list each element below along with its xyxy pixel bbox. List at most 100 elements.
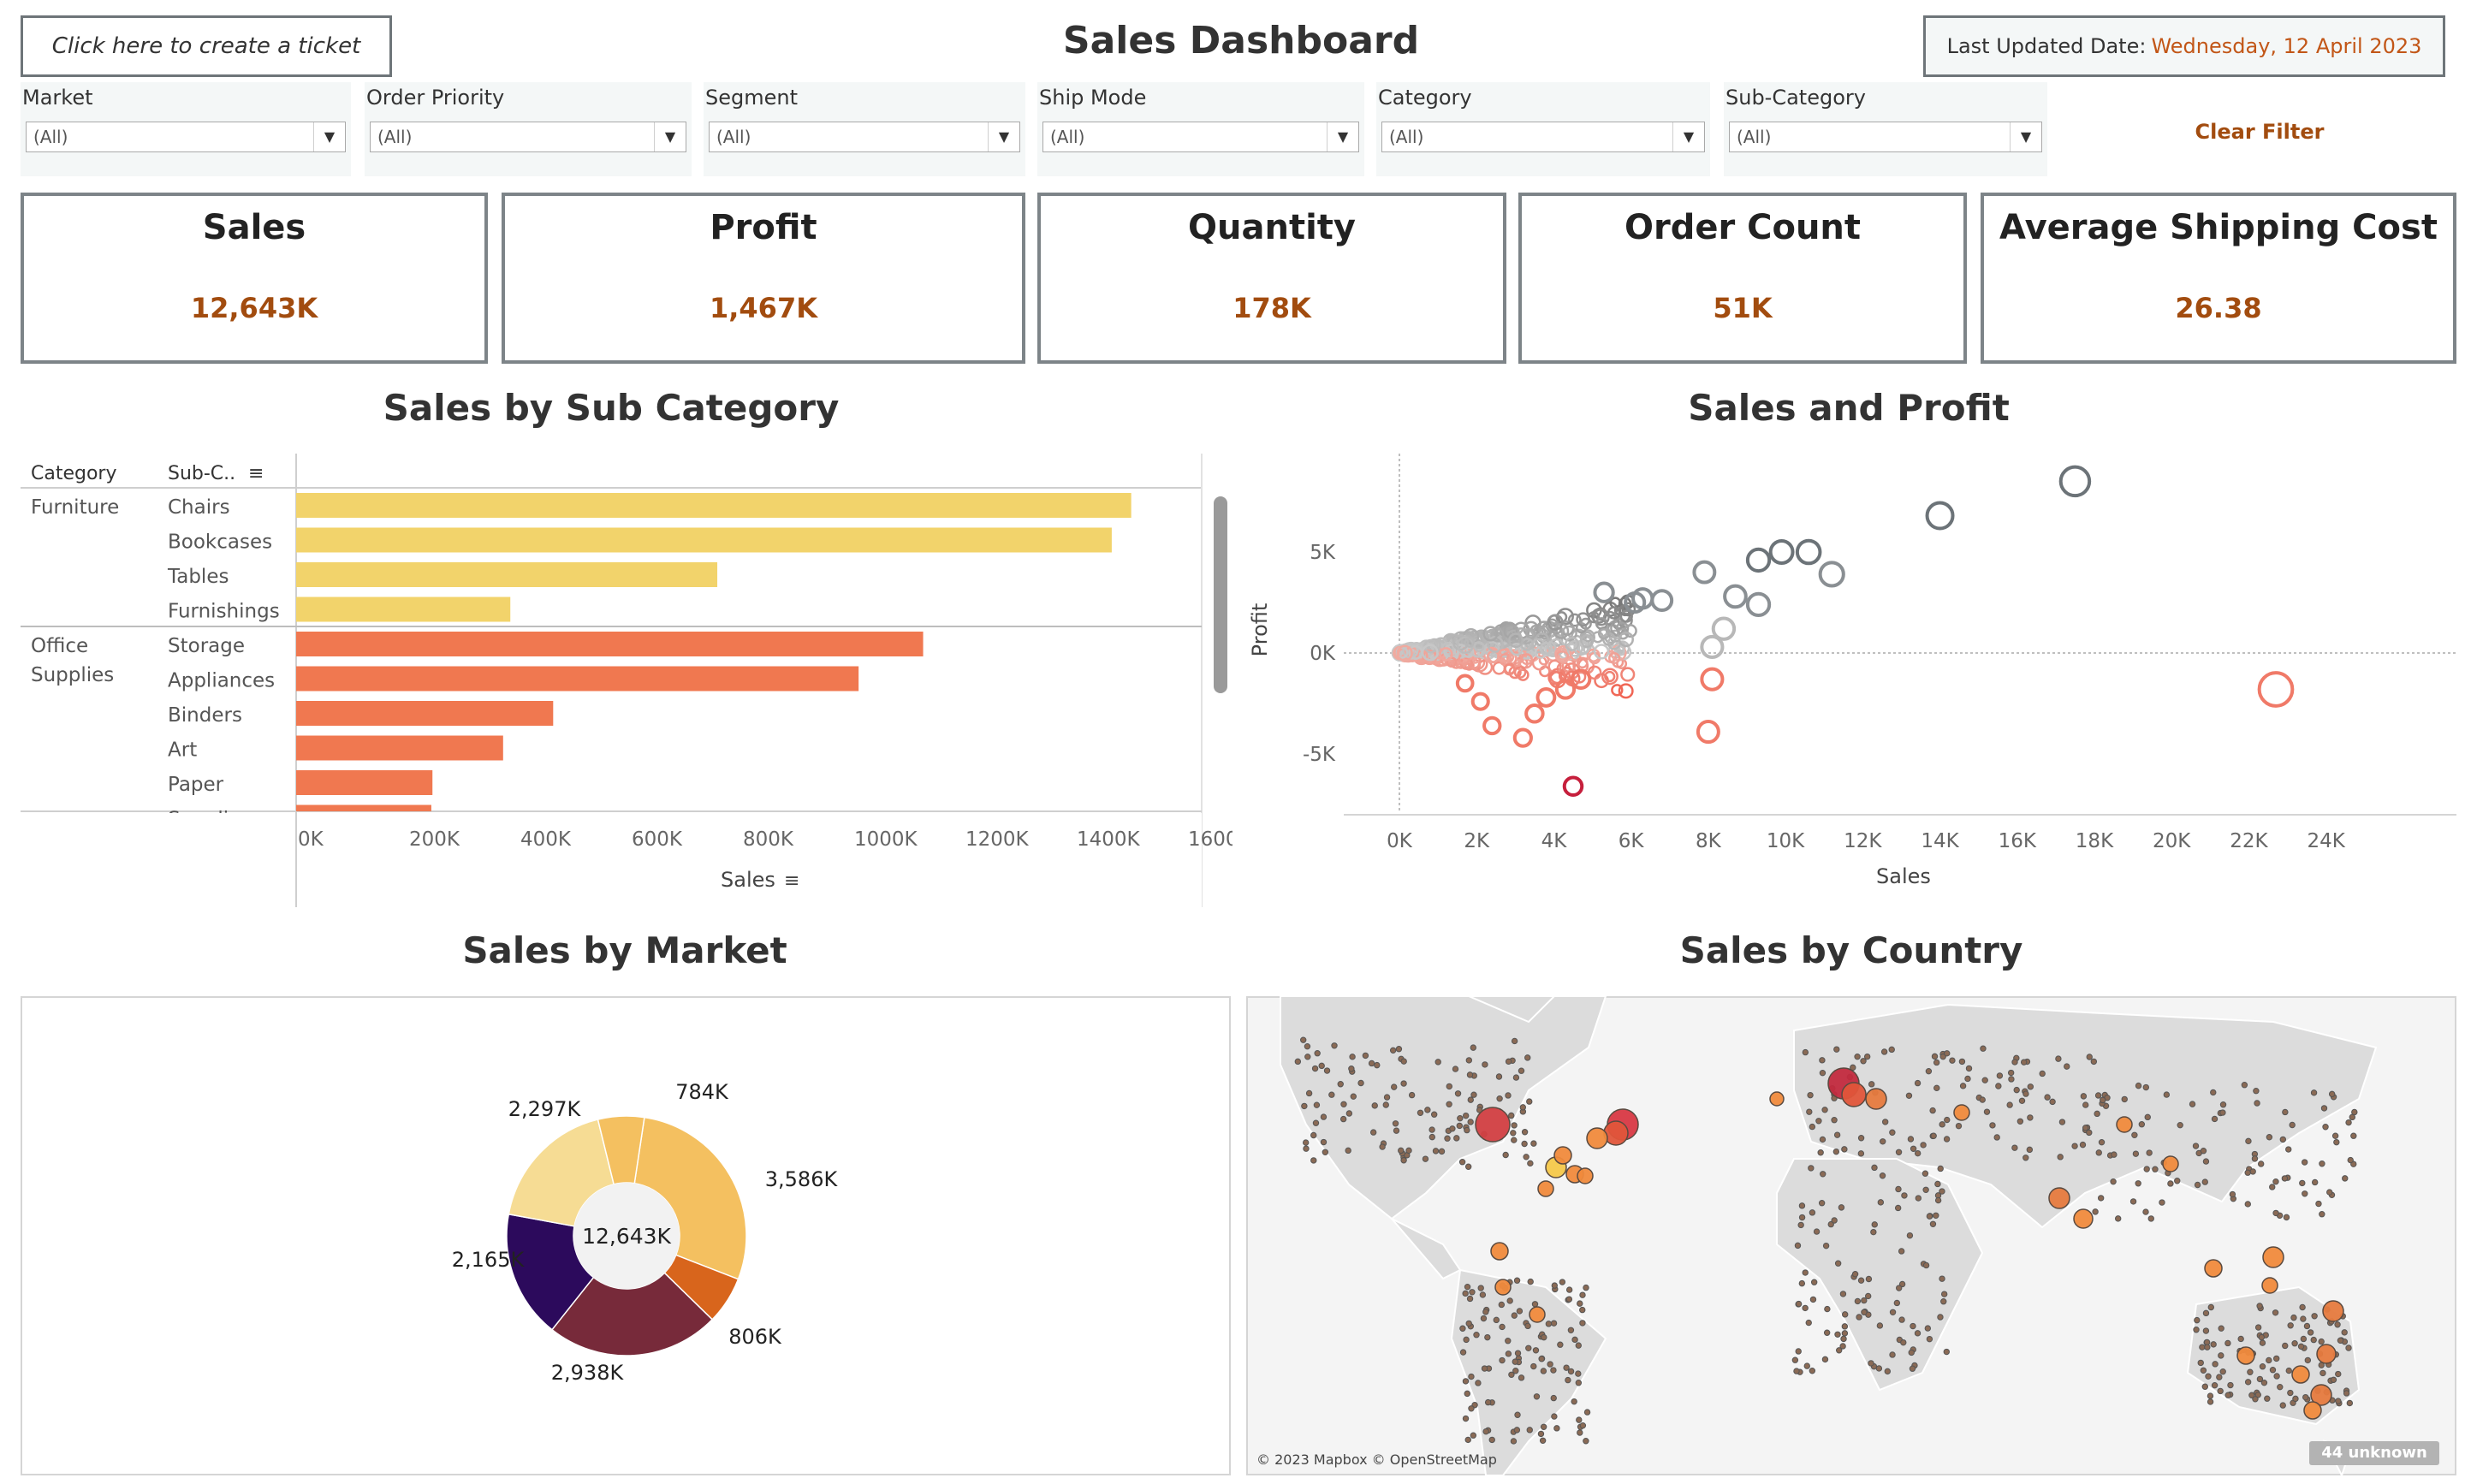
country-dot xyxy=(1824,1305,1831,1313)
country-dot xyxy=(1539,1437,1547,1444)
country-dot xyxy=(1857,1277,1865,1284)
country-dot xyxy=(1795,1300,1803,1308)
country-dot xyxy=(1392,1120,1399,1127)
country-dot xyxy=(2044,1094,2051,1101)
country-bubble xyxy=(2162,1155,2179,1172)
country-dot xyxy=(1920,1142,1927,1149)
scatter-point xyxy=(1700,634,1725,659)
country-dot xyxy=(1505,1338,1512,1345)
country-dot xyxy=(1851,1271,1859,1278)
create-ticket-button[interactable]: Click here to create a ticket xyxy=(21,15,392,77)
bar xyxy=(296,493,1132,518)
country-dot xyxy=(1337,1081,1344,1088)
country-dot xyxy=(1831,1117,1838,1124)
clear-filter-button[interactable]: Clear Filter xyxy=(2174,120,2345,144)
country-dot xyxy=(1914,1330,1922,1337)
country-dot xyxy=(1868,1081,1875,1088)
country-bubble xyxy=(1841,1082,1867,1107)
scatter-point xyxy=(1524,703,1545,724)
country-dot xyxy=(1943,1348,1950,1356)
country-bubble xyxy=(2236,1346,2255,1365)
country-dot xyxy=(2318,1338,2325,1345)
country-dot xyxy=(2273,1373,2280,1380)
bar xyxy=(296,735,503,761)
country-dot xyxy=(1481,1365,1488,1372)
country-dot xyxy=(1900,1339,1907,1346)
country-dot xyxy=(1819,1069,1826,1077)
country-dot xyxy=(2207,1398,2214,1405)
country-dot xyxy=(2094,1092,2102,1099)
country-dot xyxy=(2282,1342,2289,1350)
country-dot xyxy=(1513,1427,1521,1434)
country-bubble xyxy=(2048,1187,2070,1209)
country-dot xyxy=(1894,1204,1902,1212)
country-dot xyxy=(2202,1158,2210,1165)
country-dot xyxy=(2092,1208,2099,1215)
chevron-down-icon[interactable]: ▼ xyxy=(988,122,1019,151)
country-map[interactable] xyxy=(1246,996,2456,1475)
country-dot xyxy=(2167,1180,2174,1187)
country-dot xyxy=(2086,1129,2093,1137)
country-dot xyxy=(2289,1121,2296,1129)
country-dot xyxy=(2090,1058,2098,1066)
country-dot xyxy=(2302,1393,2309,1401)
country-dot xyxy=(1808,1165,1815,1172)
country-dot xyxy=(1480,1315,1488,1322)
country-dot xyxy=(1930,1132,1937,1139)
country-bubble xyxy=(2303,1401,2322,1420)
country-dot xyxy=(1926,1335,1933,1343)
chevron-down-icon[interactable]: ▼ xyxy=(313,122,345,151)
unknown-badge[interactable]: 44 unknown xyxy=(2309,1441,2439,1465)
market-select[interactable]: (All) ▼ xyxy=(26,122,346,152)
page-title: Sales Dashboard xyxy=(1062,19,1420,62)
country-dot xyxy=(2335,1370,2342,1378)
country-dot xyxy=(1368,1060,1375,1067)
country-dot xyxy=(1523,1154,1529,1160)
country-dot xyxy=(1518,1374,1525,1381)
country-dot xyxy=(1417,1109,1424,1116)
country-dot xyxy=(2194,1316,2201,1324)
ship-mode-select[interactable]: (All) ▼ xyxy=(1042,122,1359,152)
country-bubble xyxy=(2261,1277,2278,1294)
segment-select[interactable]: (All) ▼ xyxy=(709,122,1020,152)
order-priority-select[interactable]: (All) ▼ xyxy=(370,122,686,152)
sub-category-select[interactable]: (All) ▼ xyxy=(1729,122,2042,152)
country-dot xyxy=(1400,1080,1407,1087)
country-dot xyxy=(1514,1411,1521,1418)
country-dot xyxy=(1531,1301,1539,1308)
country-dot xyxy=(1422,1155,1429,1162)
country-dot xyxy=(1889,1351,1896,1358)
country-dot xyxy=(1895,1185,1902,1193)
chevron-down-icon[interactable]: ▼ xyxy=(2010,122,2041,151)
country-dot xyxy=(2259,1339,2266,1346)
country-dot xyxy=(1922,1170,1929,1177)
country-dot xyxy=(2282,1108,2289,1116)
country-dot xyxy=(1940,1298,1947,1305)
country-bubble xyxy=(2116,1116,2133,1133)
country-dot xyxy=(1906,1232,1914,1239)
country-dot xyxy=(2224,1339,2231,1347)
category-select[interactable]: (All) ▼ xyxy=(1381,122,1705,152)
sub-category-label: Storage xyxy=(168,635,245,657)
country-bubble xyxy=(1494,1279,1512,1296)
sub-category-label: Appliances xyxy=(168,670,275,692)
country-dot xyxy=(2144,1113,2151,1121)
country-dot xyxy=(1453,1135,1460,1142)
chevron-down-icon[interactable]: ▼ xyxy=(654,122,686,151)
country-dot xyxy=(1964,1075,1971,1083)
country-dot xyxy=(1379,1143,1386,1150)
x-tick-label: 12K xyxy=(1844,830,1882,852)
country-bubble xyxy=(1603,1120,1629,1146)
country-dot xyxy=(1577,1429,1583,1436)
country-dot xyxy=(1857,1150,1865,1157)
country-dot xyxy=(2007,1069,2015,1077)
sub-category-label: Art xyxy=(168,739,197,762)
country-dot xyxy=(2121,1095,2128,1103)
chevron-down-icon[interactable]: ▼ xyxy=(1327,122,1358,151)
country-dot xyxy=(2307,1329,2314,1336)
country-dot xyxy=(1467,1119,1474,1125)
country-dot xyxy=(2194,1181,2201,1189)
country-dot xyxy=(1462,1378,1470,1385)
country-dot xyxy=(1861,1309,1868,1315)
chevron-down-icon[interactable]: ▼ xyxy=(1672,122,1704,151)
